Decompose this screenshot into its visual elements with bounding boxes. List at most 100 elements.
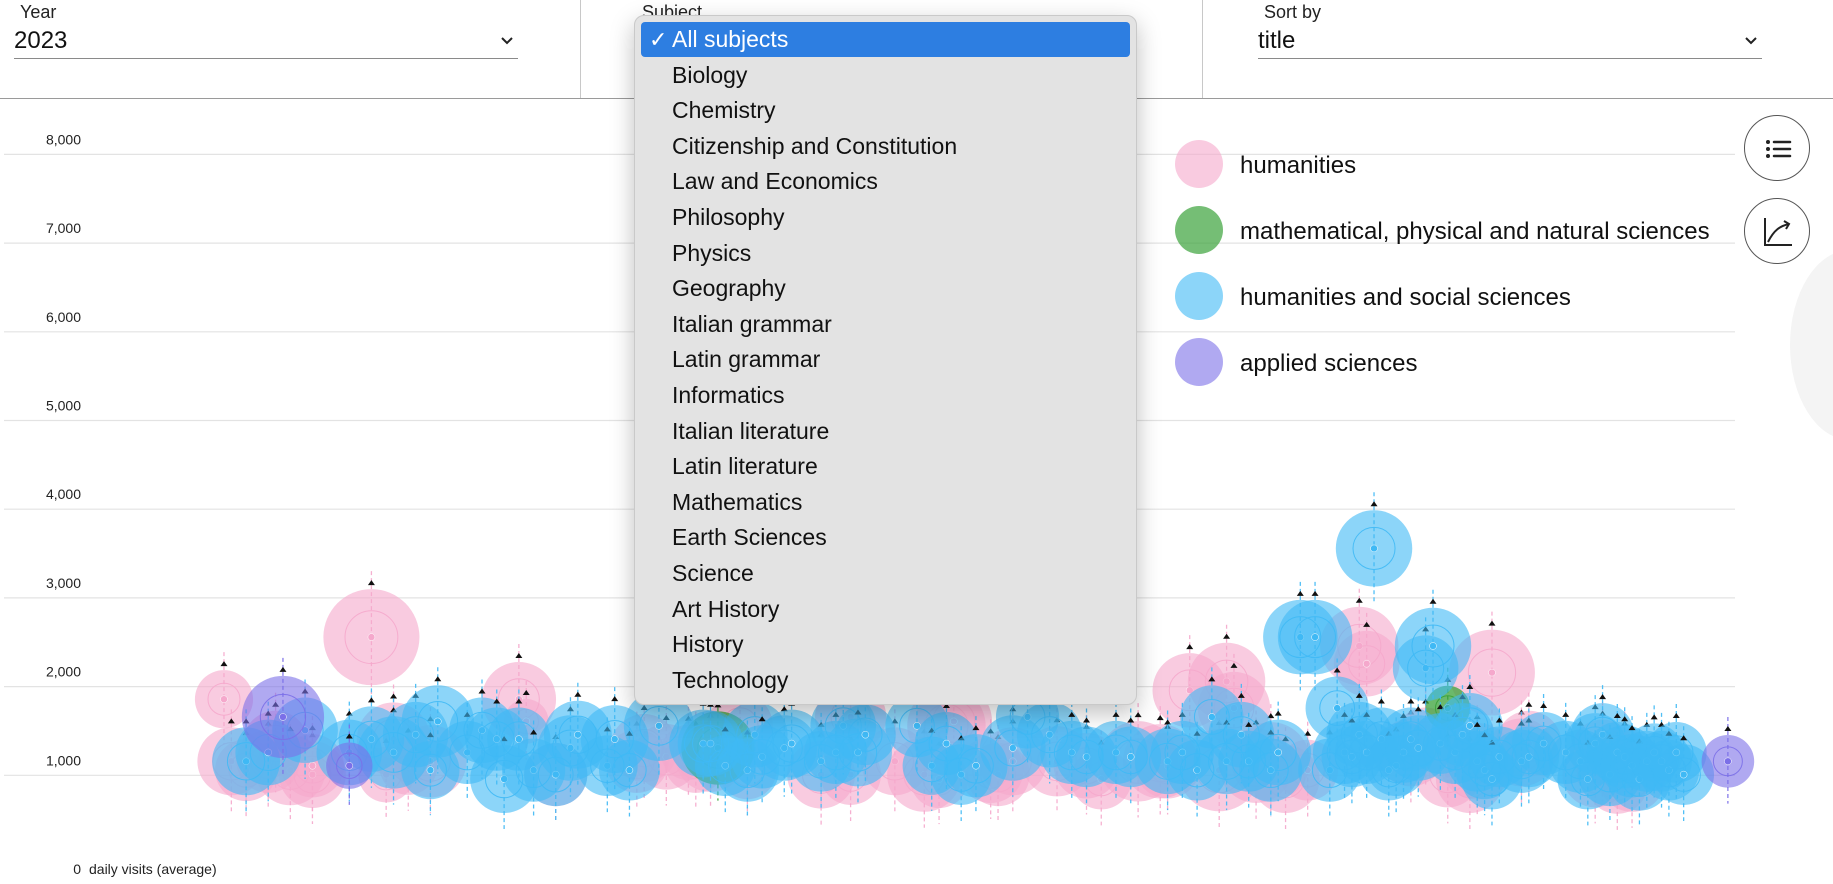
bubble-center: [861, 730, 870, 739]
sort-select[interactable]: title: [1258, 24, 1762, 59]
bubble-center: [1370, 544, 1378, 553]
y-axis-label: daily visits (average): [89, 861, 217, 877]
y-tick-label: 6,000: [46, 309, 81, 325]
trend-arrow-icon: [1311, 590, 1319, 596]
y-tick-label: 3,000: [46, 575, 81, 591]
bubble-center: [1488, 668, 1496, 677]
trend-arrow-icon: [574, 691, 582, 697]
trend-arrow-icon: [390, 693, 398, 699]
legend-swatch: [1175, 338, 1223, 386]
subject-option[interactable]: Biology: [641, 58, 1130, 93]
y-tick-label: 2,000: [46, 664, 81, 680]
subject-option[interactable]: Science: [641, 556, 1130, 591]
subject-option-label: Law and Economics: [672, 168, 878, 195]
trend-arrow-icon: [1429, 598, 1437, 604]
trend-arrow-icon: [1355, 597, 1363, 603]
bubble-center: [1429, 642, 1437, 650]
bubble-center: [367, 633, 376, 641]
bubble-center: [345, 761, 354, 770]
bubble-center: [574, 730, 582, 739]
bubble-center: [434, 717, 442, 726]
subject-option[interactable]: Citizenship and Constitution: [641, 129, 1130, 164]
trend-arrow-icon: [1650, 714, 1658, 720]
trend-arrow-icon: [367, 697, 375, 703]
trend-arrow-icon: [1186, 644, 1194, 650]
bubble-center: [308, 761, 317, 770]
subject-option-label: Citizenship and Constitution: [672, 132, 958, 159]
subject-option[interactable]: ✓ All subjects: [641, 22, 1130, 57]
year-label: Year: [20, 2, 57, 22]
trend-arrow-icon: [220, 661, 228, 667]
subject-option[interactable]: Law and Economics: [641, 164, 1130, 199]
trend-arrow-icon: [1370, 501, 1378, 507]
subject-option-label: Physics: [672, 239, 752, 266]
trend-arrow-icon: [1377, 698, 1385, 704]
legend-swatch: [1175, 272, 1223, 320]
trend-arrow-icon: [1599, 694, 1607, 700]
trend-arrow-icon: [1296, 590, 1304, 596]
subject-option-label: Latin literature: [672, 453, 818, 480]
subject-option[interactable]: Physics: [641, 236, 1130, 271]
subject-option[interactable]: Latin grammar: [641, 342, 1130, 377]
sort-value: title: [1258, 27, 1296, 54]
subject-option[interactable]: Italian grammar: [641, 307, 1130, 342]
subject-option[interactable]: Informatics: [641, 378, 1130, 413]
trend-chart-button[interactable]: [1744, 198, 1810, 264]
subject-option[interactable]: History: [641, 627, 1130, 662]
subject-option-label: All subjects: [672, 26, 789, 52]
subject-option[interactable]: Italian literature: [641, 414, 1130, 449]
subject-option-label: Earth Sciences: [672, 524, 827, 551]
trend-arrow-icon: [1672, 713, 1680, 719]
bubble-center: [1679, 770, 1688, 779]
subject-option-label: Biology: [672, 61, 748, 88]
subject-dropdown-menu[interactable]: ✓ All subjects Biology Chemistry Citizenship…: [634, 15, 1137, 705]
chevron-down-icon: [501, 37, 513, 45]
subject-option[interactable]: Chemistry: [641, 93, 1130, 128]
trend-arrow-icon: [367, 580, 375, 586]
year-value: 2023: [14, 27, 68, 54]
chevron-down-icon: [1745, 37, 1757, 45]
trend-arrow-icon: [1724, 725, 1732, 731]
subject-option[interactable]: Geography: [641, 271, 1130, 306]
trend-arrow-icon: [1562, 711, 1570, 717]
bubble-center: [1126, 753, 1135, 761]
list-view-button[interactable]: [1744, 115, 1810, 181]
subject-option-label: Informatics: [672, 382, 785, 408]
subject-option-label: Technology: [672, 666, 789, 693]
trend-arrow-icon: [1525, 701, 1533, 707]
bubble-center: [1724, 757, 1732, 766]
subject-option-label: Philosophy: [672, 204, 785, 230]
subject-option[interactable]: Earth Sciences: [641, 520, 1130, 555]
bubble-center: [655, 722, 663, 730]
bubble-center: [942, 739, 951, 748]
trend-arrow-icon: [1083, 717, 1091, 723]
subject-option-label: Geography: [672, 275, 786, 302]
bubble-center: [220, 695, 228, 703]
y-tick-label: 1,000: [46, 752, 81, 768]
legend-item-social-sciences: humanities and social sciences: [1175, 272, 1775, 322]
subject-option-label: Latin grammar: [672, 346, 821, 373]
bubble-center: [787, 739, 796, 748]
subject-option[interactable]: Philosophy: [641, 200, 1130, 235]
legend-item-humanities: humanities: [1175, 140, 1775, 190]
trend-chart-icon: [1764, 218, 1792, 246]
list-icon: [1766, 140, 1792, 158]
bubble-center: [972, 761, 980, 770]
trend-arrow-icon: [1127, 717, 1135, 723]
trend-arrow-icon: [279, 666, 287, 672]
trend-arrow-icon: [1274, 710, 1282, 716]
subject-option[interactable]: Technology: [641, 663, 1130, 698]
legend-swatch: [1175, 140, 1223, 188]
subject-option[interactable]: Mathematics: [641, 485, 1130, 520]
trend-arrow-icon: [1223, 633, 1231, 639]
year-select[interactable]: 2023: [14, 24, 518, 59]
legend-label: mathematical, physical and natural scien…: [1240, 218, 1710, 245]
subject-option[interactable]: Art History: [641, 592, 1130, 627]
trend-arrow-icon: [1488, 620, 1496, 626]
trend-arrow-icon: [1134, 712, 1142, 718]
legend-swatch: [1175, 206, 1223, 254]
subject-option-label: Italian grammar: [672, 310, 832, 337]
subject-option[interactable]: Latin literature: [641, 449, 1130, 484]
trend-arrow-icon: [611, 696, 619, 702]
y-tick-label: 0: [73, 861, 81, 877]
